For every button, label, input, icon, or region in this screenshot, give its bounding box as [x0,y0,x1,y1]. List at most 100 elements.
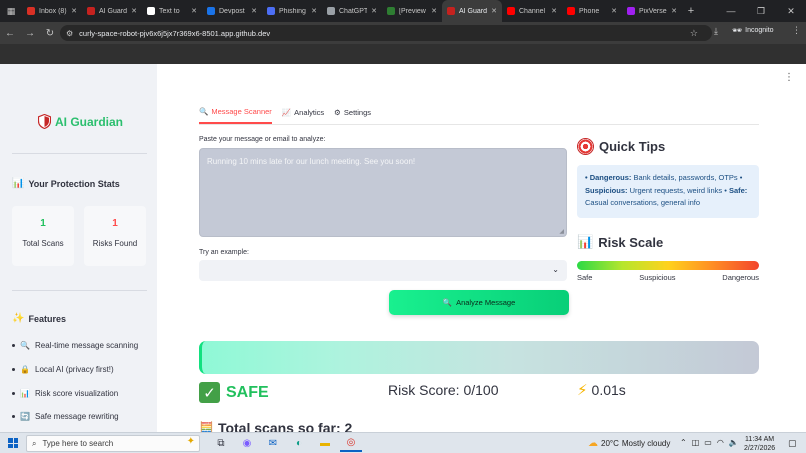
chevron-down-icon: ⌄ [552,265,559,274]
tab-label: Channel [519,7,546,15]
site-info-icon[interactable]: ⚙ [66,29,73,38]
tab-label: Text to [159,7,180,15]
network-icon[interactable]: ◫ [692,438,700,447]
minimize-icon[interactable]: — [716,0,746,22]
task-view-icon[interactable]: ⧉ [210,435,232,452]
tab-favicon-icon [327,7,335,15]
feature-icon: 🔍 [20,341,30,351]
stats-heading-text: Your Protection Stats [28,178,120,189]
tip-suspicious-text: Urgent requests, weird links • [627,185,727,195]
tab-favicon-icon [567,7,575,15]
browser-tab[interactable]: Text to ✕ [142,0,202,22]
tab-message-scanner[interactable]: 🔍 Message Scanner [199,107,272,124]
wifi-icon[interactable]: ◠ [717,438,724,447]
tab-close-icon[interactable]: ✕ [671,7,677,15]
tab-close-icon[interactable]: ✕ [611,7,617,15]
forward-icon[interactable]: → [20,28,40,39]
tab-label: Settings [343,108,371,117]
reload-icon[interactable]: ↻ [40,28,60,39]
browser-tab[interactable]: Phishing ✕ [262,0,322,22]
scan-time-value: 0.01s [591,382,626,398]
browser-tab[interactable]: Channel ✕ [502,0,562,22]
weather-widget[interactable]: ☁ 20°C Mostly cloudy [588,438,670,449]
tab-close-icon[interactable]: ✕ [71,7,77,15]
tab-label: ChatGPT [339,7,368,15]
analyze-message-button[interactable]: 🔍 Analyze Message [389,290,569,315]
lightning-icon: ⚡ [577,382,588,399]
tab-analytics[interactable]: 📈 Analytics [282,107,324,124]
incognito-label: Incognito [745,27,774,34]
resize-handle-icon[interactable]: ◢ [559,228,564,235]
search-icon: 🔍 [442,298,453,307]
close-window-icon[interactable]: ✕ [776,0,806,22]
browser-tab[interactable]: [Preview ✕ [382,0,442,22]
tip-safe-label: Safe: [728,185,748,195]
tab-close-icon[interactable]: ✕ [251,7,257,15]
tip-dangerous-label: • Dangerous: [585,173,632,182]
browser-tab[interactable]: PixVerse ✕ [622,0,682,22]
browser-tab[interactable]: ChatGPT ✕ [322,0,382,22]
chevron-up-icon[interactable]: ⌃ [680,438,687,447]
clock-time: 11:34 AM [745,436,775,443]
browser-tab[interactable]: Inbox (8) ✕ [22,0,82,22]
tab-settings[interactable]: ⚙ Settings [334,107,371,124]
bookmark-star-icon[interactable]: ☆ [690,28,698,39]
chrome-icon[interactable]: ◎ [340,435,362,452]
url-field[interactable]: ⚙ curly-space-robot-pjv6x6j5jx7r369x6-85… [60,25,712,41]
tab-favicon-icon [267,7,275,15]
weather-temp: 20°C [601,439,619,448]
tab-close-icon[interactable]: ✕ [311,7,317,15]
quick-tips-box: • Dangerous: Bank details, passwords, OT… [577,165,759,218]
sparkles-icon: ✨ [12,313,25,324]
browser-tab-strip: ▦ Inbox (8)✕AI Guardian✕Text to✕Devpost✕… [0,0,806,22]
tab-close-icon[interactable]: ✕ [191,7,197,15]
browser-tab[interactable]: Devpost ✕ [202,0,262,22]
risk-scale-gradient [577,261,759,270]
back-icon[interactable]: ← [0,28,20,39]
outlook-icon[interactable]: ✉ [262,435,284,452]
result-banner [199,341,759,374]
scale-label-suspicious: Suspicious [639,273,676,282]
tab-close-icon[interactable]: ✕ [491,7,497,15]
browser-menu-icon[interactable]: ⋮ [792,25,801,36]
tab-close-icon[interactable]: ✕ [131,7,137,15]
browser-tab[interactable]: Phone ✕ [562,0,622,22]
tab-label: AI Guardian [99,7,128,15]
taskbar-clock[interactable]: 11:34 AM 2/27/2026 [744,435,775,453]
tab-search-icon[interactable]: ▦ [0,0,22,22]
tab-close-icon[interactable]: ✕ [371,7,377,15]
new-tab-icon[interactable]: + [682,5,700,17]
browser-tabs: Inbox (8)✕AI Guardian✕Text to✕Devpost✕Ph… [22,0,682,22]
app-menu-icon[interactable]: ⋮ [784,72,794,83]
risk-score: Risk Score: 0/100 [388,382,499,398]
copilot-app-icon[interactable]: ◉ [236,435,258,452]
shield-icon [38,114,51,129]
analyze-button-label: Analyze Message [456,298,516,307]
main-content: ⋮ 🔍 Message Scanner 📈 Analytics ⚙ Settings Pa… [157,64,806,432]
edge-icon[interactable]: ◐ [288,435,310,452]
taskbar-search-field[interactable]: ⌕ Type here to search ✦ [26,435,200,452]
tab-label: Devpost [219,7,245,15]
notification-icon[interactable]: ▢ [788,438,797,449]
restore-icon[interactable]: ❐ [746,0,776,22]
windows-start-icon[interactable] [8,438,18,448]
browser-tab[interactable]: AI Guardian✕ [442,0,502,22]
bar-chart-icon: 📊 [12,178,25,189]
battery-icon[interactable]: ▭ [704,438,712,447]
features-list: 🔍 Real-time message scanning 🔒 Local AI (pr… [12,334,152,432]
file-explorer-icon[interactable]: ▬ [314,435,336,452]
example-select[interactable]: ⌄ [199,260,567,281]
browser-tab[interactable]: AI Guardian✕ [82,0,142,22]
volume-icon[interactable]: 🔈 [729,438,739,447]
feature-label: Real-time message scanning [35,341,139,351]
download-icon[interactable]: ⤓ [714,26,718,37]
tab-close-icon[interactable]: ✕ [431,7,437,15]
tab-favicon-icon [207,7,215,15]
tab-icon: ⚙ [334,108,341,117]
incognito-indicator[interactable]: 🕶 Incognito [732,26,774,35]
incognito-icon: 🕶 [732,26,743,35]
tab-close-icon[interactable]: ✕ [551,7,557,15]
copilot-sparkle-icon[interactable]: ✦ [187,436,195,447]
message-textarea[interactable]: Running 10 mins late for our lunch meeti… [199,148,567,237]
tab-label: Phishing [279,7,306,15]
